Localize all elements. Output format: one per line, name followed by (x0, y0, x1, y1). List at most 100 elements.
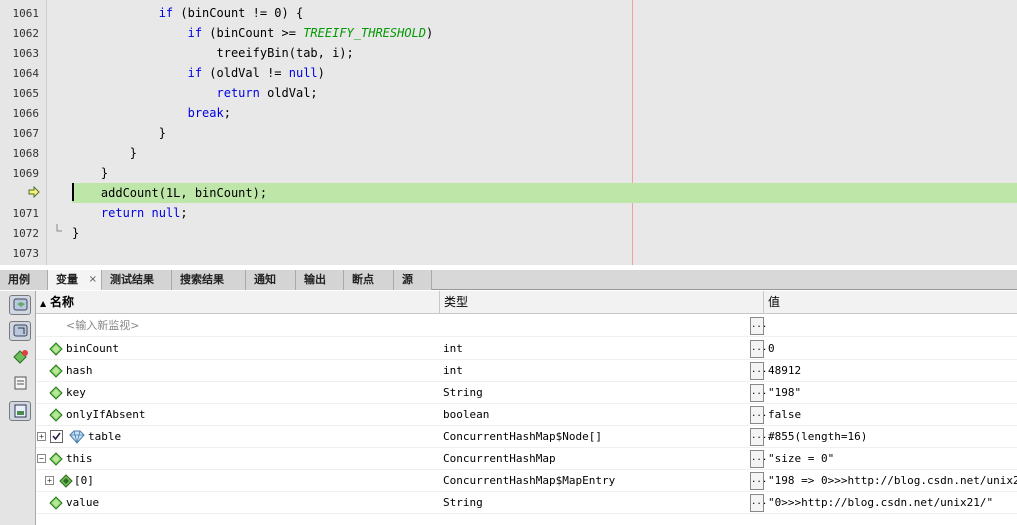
new-watch-button[interactable] (9, 347, 31, 367)
column-header-type[interactable]: 类型 (440, 291, 764, 314)
variable-row[interactable]: hash int... 48912 (36, 360, 1017, 382)
variable-row[interactable]: − this ConcurrentHashMap... "size = 0" (36, 448, 1017, 470)
code-line[interactable]: return null; (72, 203, 1017, 223)
edit-value-button[interactable]: ... (750, 406, 767, 424)
edit-value-button[interactable]: ... (750, 317, 767, 335)
variable-row[interactable]: + table ConcurrentHashMap$Node[]... #855(le… (36, 426, 1017, 448)
tab-test-results[interactable]: 测试结果 (102, 270, 172, 290)
tab-call-stack[interactable]: 用例 (0, 270, 48, 290)
current-execution-line[interactable]: addCount(1L, binCount); (72, 183, 1017, 203)
variable-value[interactable]: "0>>>http://blog.csdn.net/unix21/" (768, 492, 1017, 514)
variable-value[interactable]: false (768, 404, 1017, 426)
code-line[interactable]: if (oldVal != null) (72, 63, 1017, 83)
edit-value-button[interactable]: ... (750, 340, 767, 358)
code-line[interactable]: if (binCount != 0) { (72, 3, 1017, 23)
variable-type: String (443, 496, 483, 509)
fold-end-icon[interactable] (53, 224, 63, 236)
code-token: (binCount != 0) { (173, 6, 304, 20)
show-values-button[interactable] (9, 401, 31, 421)
variable-value[interactable]: 48912 (768, 360, 1017, 382)
show-watches-button[interactable] (9, 295, 31, 315)
column-header-value[interactable]: 值 (764, 291, 1017, 314)
line-number-gutter[interactable]: 1061 1062 1063 1064 1065 1066 1067 1068 1069 1071… (0, 0, 47, 265)
keyword-token: if (187, 66, 203, 80)
variable-value[interactable]: "198" (768, 382, 1017, 404)
line-number[interactable]: 1066 (0, 107, 40, 120)
line-number[interactable]: 1067 (0, 127, 40, 140)
variable-row[interactable]: key String... "198" (36, 382, 1017, 404)
code-token: (oldVal != (202, 66, 289, 80)
code-token: } (72, 126, 166, 140)
code-line[interactable]: } (72, 143, 1017, 163)
code-editor[interactable]: 1061 1062 1063 1064 1065 1066 1067 1068 1069 1071… (0, 0, 1017, 265)
new-watch-placeholder[interactable]: <输入新监视> (66, 319, 139, 332)
variable-value[interactable]: 0 (768, 338, 1017, 360)
edit-value-button[interactable]: ... (750, 428, 767, 446)
line-number[interactable]: 1064 (0, 67, 40, 80)
edit-value-button[interactable]: ... (750, 362, 767, 380)
code-line[interactable]: } (72, 163, 1017, 183)
variable-value[interactable]: "198 => 0>>>http://blog.csdn.net/unix21/… (768, 470, 1017, 492)
code-token: treeifyBin(tab, i); (72, 46, 354, 60)
tab-label: 变量 (56, 273, 78, 286)
variable-row[interactable]: binCount int... 0 (36, 338, 1017, 360)
tab-sources[interactable]: 源 (394, 270, 432, 290)
tab-label: 断点 (352, 273, 374, 286)
column-header-value-label: 值 (768, 295, 781, 309)
tab-notifications[interactable]: 通知 (246, 270, 296, 290)
close-icon[interactable]: × (89, 270, 97, 289)
variables-toolbar (0, 291, 36, 525)
tab-label: 通知 (254, 273, 276, 286)
tab-search-results[interactable]: 搜索结果 (172, 270, 246, 290)
line-number[interactable]: 1069 (0, 167, 40, 180)
variable-row[interactable]: + [0] ConcurrentHashMap$MapEntry... "198 =>… (36, 470, 1017, 492)
variable-row[interactable]: onlyIfAbsent boolean... false (36, 404, 1017, 426)
evaluate-expression-button[interactable] (9, 373, 31, 393)
static-fields-icon (13, 324, 28, 337)
edit-value-button[interactable]: ... (750, 450, 767, 468)
tab-variables[interactable]: 变量 × (48, 270, 102, 290)
tab-output[interactable]: 输出 (296, 270, 344, 290)
edit-value-button[interactable]: ... (750, 494, 767, 512)
code-line[interactable]: break; (72, 103, 1017, 123)
watch-icon (13, 298, 28, 311)
variable-type: int (443, 342, 463, 355)
new-watch-row[interactable]: <输入新监视> ... (36, 315, 1017, 337)
line-number[interactable]: 1065 (0, 87, 40, 100)
tab-breakpoints[interactable]: 断点 (344, 270, 394, 290)
code-token: } (72, 146, 138, 160)
column-header-name[interactable]: ▲ 名称 (36, 291, 440, 314)
line-number[interactable]: 1062 (0, 27, 40, 40)
edit-value-button[interactable]: ... (750, 384, 767, 402)
line-number[interactable]: 1071 (0, 207, 40, 220)
code-line[interactable] (72, 243, 1017, 263)
code-token: oldVal; (259, 86, 318, 100)
code-line[interactable]: } (72, 123, 1017, 143)
code-line[interactable]: } (72, 223, 1017, 243)
line-number[interactable]: 1072 (0, 227, 40, 240)
edit-value-button[interactable]: ... (750, 472, 767, 490)
code-line[interactable]: if (binCount >= TREEIFY_THRESHOLD) (72, 23, 1017, 43)
code-line[interactable]: return oldVal; (72, 83, 1017, 103)
variable-value[interactable]: #855(length=16) (768, 426, 1017, 448)
line-number[interactable]: 1063 (0, 47, 40, 60)
line-number[interactable]: 1068 (0, 147, 40, 160)
debugger-tab-bar: 用例 变量 × 测试结果 搜索结果 通知 输出 断点 源 (0, 270, 1017, 290)
show-static-button[interactable] (9, 321, 31, 341)
variable-value[interactable]: "size = 0" (768, 448, 1017, 470)
line-number[interactable]: 1073 (0, 247, 40, 260)
code-line[interactable]: treeifyBin(tab, i); (72, 43, 1017, 63)
code-token: } (72, 166, 109, 180)
variable-name: key (66, 386, 86, 399)
add-watch-icon (13, 350, 28, 364)
variable-row[interactable]: value String... "0>>>http://blog.csdn.net/… (36, 492, 1017, 514)
line-number[interactable]: 1061 (0, 7, 40, 20)
code-token: } (72, 226, 80, 240)
